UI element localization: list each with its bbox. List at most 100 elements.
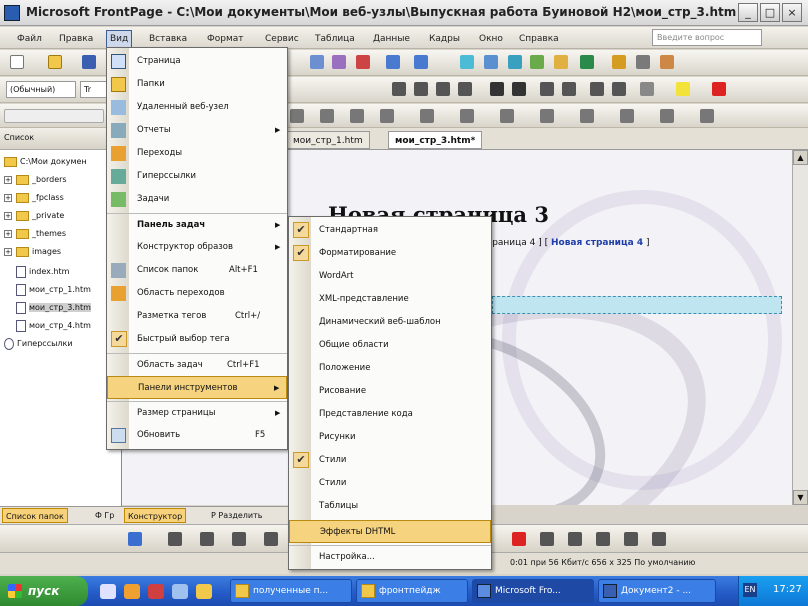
redo-icon[interactable] bbox=[414, 55, 428, 69]
tree-item-page4[interactable]: мои_стр_4.htm bbox=[16, 318, 91, 334]
arrow-icon[interactable] bbox=[200, 532, 214, 546]
tab-split[interactable]: Р Разделить bbox=[208, 508, 266, 523]
view-menu-item-toolbars[interactable]: Панели инструментов ▶ bbox=[107, 376, 287, 399]
highlight-icon[interactable] bbox=[676, 82, 690, 96]
arrow-style-icon[interactable] bbox=[596, 532, 610, 546]
table-tool-6-icon[interactable] bbox=[460, 109, 474, 123]
tree-item-fpclass[interactable]: + _fpclass bbox=[4, 190, 64, 206]
justify-icon[interactable] bbox=[458, 82, 472, 96]
view-menu-item-image-designer[interactable]: Конструктор образов ▶ bbox=[107, 236, 287, 259]
3d-icon[interactable] bbox=[652, 532, 666, 546]
toolbar-item-xml-view[interactable]: XML-представление bbox=[289, 288, 491, 311]
insert-table-icon[interactable] bbox=[484, 55, 498, 69]
quicklaunch-media-icon[interactable] bbox=[148, 584, 164, 599]
expand-icon[interactable]: + bbox=[4, 211, 12, 220]
font-select[interactable]: Tr bbox=[80, 81, 108, 98]
view-menu-item-reports[interactable]: Отчеты ▶ bbox=[107, 119, 287, 142]
maximize-button[interactable]: □ bbox=[760, 3, 780, 22]
insert-picture-icon[interactable] bbox=[530, 55, 544, 69]
marquee-element[interactable] bbox=[492, 296, 782, 314]
minimize-button[interactable]: _ bbox=[738, 3, 758, 22]
tab-design[interactable]: Конструктор bbox=[124, 508, 187, 523]
view-menu-item-folders[interactable]: Папки bbox=[107, 73, 287, 96]
style-select[interactable]: (Обычный) bbox=[6, 81, 76, 98]
shadow-icon[interactable] bbox=[624, 532, 638, 546]
quicklaunch-explorer-icon[interactable] bbox=[196, 584, 212, 599]
oval-icon[interactable] bbox=[264, 532, 278, 546]
expand-icon[interactable]: + bbox=[4, 175, 12, 184]
align-center-icon[interactable] bbox=[414, 82, 428, 96]
hyperlink-icon[interactable] bbox=[580, 55, 594, 69]
line-icon[interactable] bbox=[168, 532, 182, 546]
ask-question-box[interactable]: Введите вопрос bbox=[652, 29, 762, 46]
tree-item-hyperlinks[interactable]: Гиперссылки bbox=[4, 336, 73, 352]
menu-table[interactable]: Таблица bbox=[312, 31, 358, 47]
task-frontpage-folder[interactable]: фронтпейдж bbox=[356, 579, 468, 603]
undo-icon[interactable] bbox=[386, 55, 400, 69]
tree-item-private[interactable]: + _private bbox=[4, 208, 64, 224]
decrease-indent-icon[interactable] bbox=[590, 82, 604, 96]
tree-item-page1[interactable]: мои_стр_1.htm bbox=[16, 282, 91, 298]
increase-indent-icon[interactable] bbox=[612, 82, 626, 96]
view-menu-item-remote-site[interactable]: Удаленный веб-узел bbox=[107, 96, 287, 119]
toolbar-item-styles[interactable]: Стили bbox=[289, 472, 491, 495]
toolbar-item-shared-borders[interactable]: Общие области bbox=[289, 334, 491, 357]
font-color-icon[interactable] bbox=[712, 82, 726, 96]
tree-item-index[interactable]: index.htm bbox=[16, 264, 69, 280]
view-menu-item-hyperlinks[interactable]: Гиперссылки bbox=[107, 165, 287, 188]
folder-list-toggle-icon[interactable] bbox=[612, 55, 626, 69]
insert-layer-icon[interactable] bbox=[508, 55, 522, 69]
web-component-icon[interactable] bbox=[460, 55, 474, 69]
menu-file[interactable]: Файл bbox=[14, 31, 45, 47]
quicklaunch-desktop-icon[interactable] bbox=[172, 584, 188, 599]
clock[interactable]: 17:27 bbox=[773, 584, 802, 595]
toolbar-item-positioning[interactable]: Положение bbox=[289, 357, 491, 380]
close-button[interactable]: × bbox=[782, 3, 802, 22]
view-menu-item-page-size[interactable]: Размер страницы ▶ bbox=[107, 401, 287, 424]
tree-item-borders[interactable]: + _borders bbox=[4, 172, 67, 188]
drawing-icon[interactable] bbox=[554, 55, 568, 69]
tree-item-images[interactable]: + images bbox=[4, 244, 61, 260]
font-grow-icon[interactable] bbox=[490, 82, 504, 96]
expand-icon[interactable]: + bbox=[4, 247, 12, 256]
align-right-icon[interactable] bbox=[436, 82, 450, 96]
view-menu-item-tasks[interactable]: Задачи bbox=[107, 188, 287, 211]
table-tool-5-icon[interactable] bbox=[420, 109, 434, 123]
table-tool-7-icon[interactable] bbox=[500, 109, 514, 123]
line-color-icon[interactable] bbox=[512, 532, 526, 546]
table-tool-2-icon[interactable] bbox=[320, 109, 334, 123]
toolbar-item-tables[interactable]: Таблицы bbox=[289, 495, 491, 518]
toolbar-item-dhtml-effects[interactable]: Эффекты DHTML bbox=[289, 520, 491, 543]
view-menu-item-task-pane[interactable]: Панель задач ▶ bbox=[107, 213, 287, 236]
view-menu-item-quick-tag[interactable]: ✔ Быстрый выбор тега bbox=[107, 328, 287, 351]
toolbar-item-dynamic-template[interactable]: Динамический веб-шаблон bbox=[289, 311, 491, 334]
table-tool-12-icon[interactable] bbox=[700, 109, 714, 123]
task-received-files[interactable]: полученные п... bbox=[230, 579, 352, 603]
show-all-icon[interactable] bbox=[636, 55, 650, 69]
toolbar-item-pictures[interactable]: Рисунки bbox=[289, 426, 491, 449]
toolbar-item-drawing[interactable]: Рисование bbox=[289, 380, 491, 403]
scroll-down-icon[interactable]: ▼ bbox=[793, 490, 808, 505]
toolbar-item-customize[interactable]: Настройка... bbox=[289, 545, 491, 568]
tree-item-page3[interactable]: мои_стр_3.htm bbox=[16, 300, 91, 316]
task-word-document[interactable]: Документ2 - ... bbox=[598, 579, 716, 603]
expand-icon[interactable]: + bbox=[4, 193, 12, 202]
scroll-up-icon[interactable]: ▲ bbox=[793, 150, 808, 165]
expand-icon[interactable]: + bbox=[4, 229, 12, 238]
quicklaunch-ie-icon[interactable] bbox=[100, 584, 116, 599]
view-menu-item-refresh[interactable]: Обновить F5 bbox=[107, 424, 287, 447]
toolbar-item-code-view[interactable]: Представление кода bbox=[289, 403, 491, 426]
font-shrink-icon[interactable] bbox=[512, 82, 526, 96]
tree-root[interactable]: C:\Мои докумен bbox=[4, 154, 87, 170]
view-menu-item-folder-list[interactable]: Список папок Alt+F1 bbox=[107, 259, 287, 282]
menu-insert[interactable]: Вставка bbox=[146, 31, 190, 47]
tab-page1[interactable]: мои_стр_1.htm bbox=[286, 131, 370, 149]
view-menu-item-task-area[interactable]: Область задач Ctrl+F1 bbox=[107, 353, 287, 376]
tree-item-themes[interactable]: + _themes bbox=[4, 226, 66, 242]
borders-icon[interactable] bbox=[640, 82, 654, 96]
spelling-icon[interactable] bbox=[332, 55, 346, 69]
align-left-icon[interactable] bbox=[392, 82, 406, 96]
menu-edit[interactable]: Правка bbox=[56, 31, 96, 47]
view-menu-item-nav-pane[interactable]: Область переходов bbox=[107, 282, 287, 305]
task-frontpage-app[interactable]: Microsoft Fro... bbox=[472, 579, 594, 603]
